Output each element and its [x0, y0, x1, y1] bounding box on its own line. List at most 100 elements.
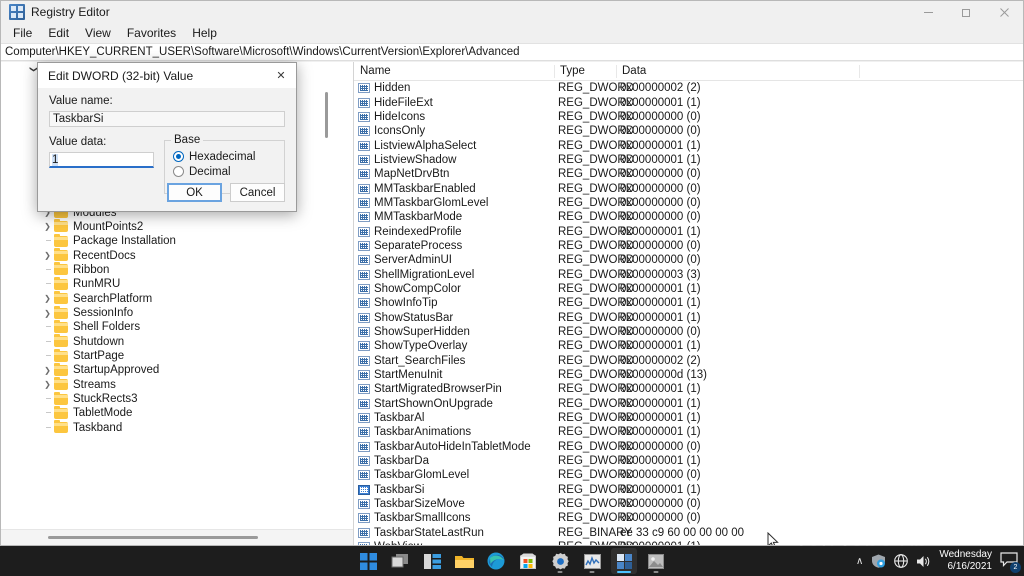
- tree-item[interactable]: StartPage: [1, 348, 353, 363]
- restore-button[interactable]: [947, 1, 985, 23]
- registry-value-row[interactable]: TaskbarSmallIcons REG_DWORD 0x00000000 (0): [354, 511, 1023, 525]
- registry-value-row[interactable]: MapNetDrvBtn REG_DWORD 0x00000000 (0): [354, 167, 1023, 181]
- registry-value-row[interactable]: ShellMigrationLevel REG_DWORD 0x00000003 (…: [354, 267, 1023, 281]
- base-option-hexadecimal[interactable]: Hexadecimal: [173, 149, 278, 164]
- tree-item[interactable]: ❯ RecentDocs: [1, 248, 353, 262]
- registry-value-row[interactable]: StartShownOnUpgrade REG_DWORD 0x00000001 (…: [354, 397, 1023, 411]
- value-data-input[interactable]: 1: [49, 152, 154, 168]
- registry-value-row[interactable]: ListviewShadow REG_DWORD 0x00000001 (1): [354, 153, 1023, 167]
- registry-value-row[interactable]: ShowInfoTip REG_DWORD 0x00000001 (1): [354, 296, 1023, 310]
- chevron-right-icon[interactable]: ❯: [41, 248, 54, 262]
- registry-value-row[interactable]: MMTaskbarEnabled REG_DWORD 0x00000000 (0): [354, 181, 1023, 195]
- registry-value-row[interactable]: TaskbarSi REG_DWORD 0x00000001 (1): [354, 483, 1023, 497]
- chevron-up-icon[interactable]: ∧: [856, 556, 863, 567]
- task-view-icon[interactable]: [387, 548, 413, 574]
- value-type-cell: REG_DWORD: [558, 239, 635, 252]
- registry-editor-icon[interactable]: [611, 548, 637, 574]
- column-header-data[interactable]: Data: [616, 62, 859, 81]
- tree-horizontal-scrollbar[interactable]: [1, 529, 353, 545]
- menu-favorites[interactable]: Favorites: [119, 24, 184, 42]
- dialog-close-icon[interactable]: ✕: [266, 63, 296, 88]
- value-name-cell: TaskbarAutoHideInTabletMode: [374, 440, 531, 453]
- tree-item[interactable]: ❯ Streams: [1, 377, 353, 392]
- tree-item[interactable]: ❯ MountPoints2: [1, 219, 353, 234]
- tree-item[interactable]: StuckRects3: [1, 391, 353, 406]
- registry-value-row[interactable]: TaskbarGlomLevel REG_DWORD 0x00000000 (0): [354, 468, 1023, 482]
- registry-value-row[interactable]: StartMigratedBrowserPin REG_DWORD 0x000000…: [354, 382, 1023, 396]
- tree-horizontal-scroll-thumb[interactable]: [48, 536, 258, 539]
- registry-value-row[interactable]: TaskbarDa REG_DWORD 0x00000001 (1): [354, 454, 1023, 468]
- tree-item[interactable]: Package Installation: [1, 233, 353, 248]
- task-manager-icon[interactable]: [579, 548, 605, 574]
- column-header-type[interactable]: Type: [554, 62, 616, 81]
- network-icon[interactable]: [894, 554, 909, 568]
- chevron-right-icon[interactable]: ❯: [41, 220, 54, 234]
- taskbar-clock[interactable]: Wednesday 6/16/2021: [939, 549, 992, 573]
- notifications-icon[interactable]: 2: [1000, 552, 1021, 573]
- menu-help[interactable]: Help: [184, 24, 225, 42]
- registry-value-row[interactable]: TaskbarAl REG_DWORD 0x00000001 (1): [354, 411, 1023, 425]
- registry-value-row[interactable]: ShowStatusBar REG_DWORD 0x00000001 (1): [354, 311, 1023, 325]
- registry-value-row[interactable]: MMTaskbarGlomLevel REG_DWORD 0x00000000 (0…: [354, 196, 1023, 210]
- tree-item[interactable]: Shutdown: [1, 334, 353, 349]
- menu-file[interactable]: File: [5, 24, 40, 42]
- chevron-right-icon[interactable]: ❯: [41, 363, 54, 377]
- dialog-title-bar[interactable]: Edit DWORD (32-bit) Value ✕: [38, 63, 296, 88]
- registry-value-row[interactable]: HideIcons REG_DWORD 0x00000000 (0): [354, 110, 1023, 124]
- registry-value-row[interactable]: ShowCompColor REG_DWORD 0x00000001 (1): [354, 282, 1023, 296]
- microsoft-store-icon[interactable]: [515, 548, 541, 574]
- file-explorer-icon[interactable]: [451, 548, 477, 574]
- menu-edit[interactable]: Edit: [40, 24, 77, 42]
- registry-value-row[interactable]: ReindexedProfile REG_DWORD 0x00000001 (1): [354, 224, 1023, 238]
- registry-value-row[interactable]: SeparateProcess REG_DWORD 0x00000000 (0): [354, 239, 1023, 253]
- address-bar[interactable]: Computer\HKEY_CURRENT_USER\Software\Micr…: [1, 43, 1023, 61]
- chevron-right-icon[interactable]: ❯: [41, 378, 54, 392]
- volume-icon[interactable]: [916, 555, 931, 568]
- registry-value-row[interactable]: ShowSuperHidden REG_DWORD 0x00000000 (0): [354, 325, 1023, 339]
- registry-value-row[interactable]: HideFileExt REG_DWORD 0x00000001 (1): [354, 95, 1023, 109]
- tree-item[interactable]: RunMRU: [1, 276, 353, 291]
- registry-value-row[interactable]: ServerAdminUI REG_DWORD 0x00000000 (0): [354, 253, 1023, 267]
- registry-values-pane[interactable]: Name Type Data Hidden REG_DWORD 0x00000002…: [354, 62, 1023, 545]
- registry-value-row[interactable]: ShowTypeOverlay REG_DWORD 0x00000001 (1): [354, 339, 1023, 353]
- registry-value-row[interactable]: IconsOnly REG_DWORD 0x00000000 (0): [354, 124, 1023, 138]
- tree-item[interactable]: Shell Folders: [1, 319, 353, 334]
- registry-value-row[interactable]: Start_SearchFiles REG_DWORD 0x00000002 (2): [354, 354, 1023, 368]
- start-icon[interactable]: [355, 548, 381, 574]
- tree-item[interactable]: Taskband: [1, 420, 353, 435]
- edge-icon[interactable]: [483, 548, 509, 574]
- chevron-right-icon[interactable]: ❯: [41, 292, 54, 306]
- chevron-right-icon[interactable]: ❯: [41, 306, 54, 320]
- photos-icon[interactable]: [643, 548, 669, 574]
- settings-icon[interactable]: [547, 548, 573, 574]
- tree-item[interactable]: ❯ SessionInfo: [1, 305, 353, 320]
- title-bar[interactable]: Registry Editor: [1, 1, 1023, 23]
- tree-vertical-scrollbar[interactable]: [321, 62, 332, 529]
- base-option-decimal[interactable]: Decimal: [173, 164, 278, 179]
- tree-item[interactable]: TabletMode: [1, 405, 353, 420]
- value-data-cell: 0x00000000 (0): [620, 182, 701, 195]
- defender-icon[interactable]: [871, 554, 886, 568]
- close-button[interactable]: [985, 1, 1023, 23]
- tree-item[interactable]: ❯ StartupApproved: [1, 362, 353, 377]
- registry-value-row[interactable]: TaskbarAutoHideInTabletMode REG_DWORD 0x00…: [354, 440, 1023, 454]
- tree-item[interactable]: ❯ SearchPlatform: [1, 291, 353, 306]
- column-header-name[interactable]: Name: [354, 62, 554, 81]
- value-type-cell: REG_DWORD: [558, 383, 635, 396]
- minimize-button[interactable]: [909, 1, 947, 23]
- registry-value-row[interactable]: ListviewAlphaSelect REG_DWORD 0x00000001 (…: [354, 138, 1023, 152]
- cancel-button[interactable]: Cancel: [230, 183, 285, 202]
- registry-value-row[interactable]: MMTaskbarMode REG_DWORD 0x00000000 (0): [354, 210, 1023, 224]
- value-name-input[interactable]: TaskbarSi: [49, 111, 285, 127]
- ok-button[interactable]: OK: [167, 183, 222, 202]
- menu-view[interactable]: View: [77, 24, 119, 42]
- radio-decimal-icon: [173, 166, 184, 177]
- registry-value-row[interactable]: TaskbarAnimations REG_DWORD 0x00000001 (1): [354, 425, 1023, 439]
- tree-item[interactable]: Ribbon: [1, 262, 353, 277]
- registry-value-row[interactable]: TaskbarSizeMove REG_DWORD 0x00000000 (0): [354, 497, 1023, 511]
- registry-value-row[interactable]: StartMenuInit REG_DWORD 0x0000000d (13): [354, 368, 1023, 382]
- widgets-icon[interactable]: [419, 548, 445, 574]
- value-name-cell: ShowTypeOverlay: [374, 340, 468, 353]
- tree-vertical-scroll-thumb[interactable]: [325, 92, 328, 138]
- registry-value-row[interactable]: Hidden REG_DWORD 0x00000002 (2): [354, 81, 1023, 95]
